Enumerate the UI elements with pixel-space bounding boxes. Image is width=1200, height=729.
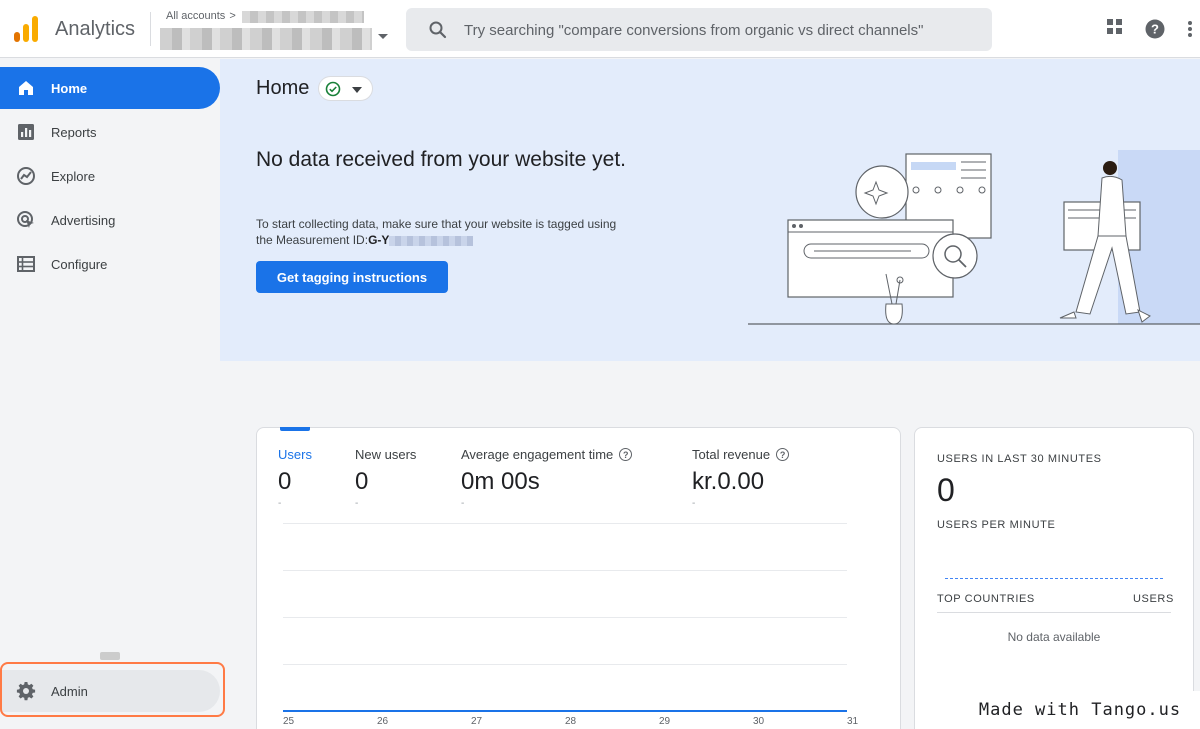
users-per-minute-caption: USERS PER MINUTE — [937, 519, 1056, 531]
bar-chart-icon — [16, 122, 36, 142]
no-data-message: No data available — [1007, 630, 1101, 644]
nav-explore[interactable]: Explore — [0, 155, 220, 197]
header-divider — [150, 12, 151, 46]
setup-instructions: To start collecting data, make sure that… — [256, 216, 626, 248]
nav-reports[interactable]: Reports — [0, 111, 220, 153]
data-status-dropdown[interactable] — [318, 76, 373, 101]
nav-home-label: Home — [51, 80, 88, 96]
admin-tooltip — [100, 652, 120, 660]
chart-gridline — [283, 617, 847, 618]
top-bar: Analytics All accounts > Try searching "c… — [0, 0, 1200, 58]
chart-gridline — [283, 570, 847, 571]
nav-reports-label: Reports — [51, 124, 97, 140]
top-countries-caption: TOP COUNTRIES — [937, 593, 1035, 605]
help-circle-icon[interactable]: ? — [776, 448, 790, 461]
metric-label: New users — [355, 447, 417, 462]
website-illustration — [748, 150, 1200, 325]
x-tick-label: 26 — [377, 716, 389, 727]
redacted-measurement-id — [389, 235, 474, 246]
tango-watermark: Made with Tango.us — [960, 691, 1200, 729]
account-picker-label[interactable]: All accounts > — [166, 10, 236, 22]
nav-advertising[interactable]: Advertising — [0, 199, 220, 241]
nav-advertising-label: Advertising — [51, 212, 116, 228]
help-circle-icon[interactable]: ? — [619, 448, 633, 461]
search-icon — [429, 21, 447, 39]
check-circle-icon — [325, 81, 341, 97]
account-dropdown-icon[interactable] — [378, 34, 388, 39]
admin-highlight-outline — [0, 662, 225, 717]
no-data-heading: No data received from your website yet. — [256, 148, 627, 171]
app-title: Analytics — [55, 18, 136, 40]
metric-value: 0 — [278, 468, 292, 495]
metric-value: 0 — [355, 468, 369, 495]
redacted-account-name — [242, 11, 364, 23]
realtime-users-caption: USERS IN LAST 30 MINUTES — [937, 453, 1102, 465]
x-tick-label: 27 — [471, 716, 483, 727]
metric-value: kr.0.00 — [692, 468, 765, 495]
page-title: Home — [256, 77, 310, 99]
metric-users[interactable]: Users 0 - — [278, 447, 312, 509]
metric-delta: - — [461, 498, 465, 509]
explore-icon — [16, 166, 36, 186]
metric-total-revenue[interactable]: Total revenue? kr.0.00 - — [692, 447, 790, 509]
metric-new-users[interactable]: New users 0 - — [355, 447, 416, 509]
x-tick-label: 31 — [847, 716, 859, 727]
caret-down-icon — [352, 87, 362, 93]
realtime-users-value: 0 — [937, 472, 955, 508]
metric-label-row: Total revenue? — [692, 447, 790, 462]
metric-delta: - — [278, 498, 282, 509]
chevron-right-icon: > — [229, 10, 236, 22]
help-icon[interactable]: ? — [1145, 19, 1165, 39]
analytics-logo-icon[interactable] — [14, 16, 38, 42]
account-label-text: All accounts — [166, 10, 226, 22]
x-tick-label: 28 — [565, 716, 577, 727]
metric-delta: - — [355, 498, 359, 509]
users-series-line — [283, 710, 847, 712]
metric-label-row: Average engagement time? — [461, 447, 633, 462]
configure-icon — [16, 254, 36, 274]
chart-gridline — [283, 664, 847, 665]
svg-text:?: ? — [1151, 22, 1159, 37]
x-tick-label: 25 — [283, 716, 295, 727]
chart-gridline — [283, 523, 847, 524]
more-vert-icon[interactable] — [1186, 20, 1194, 38]
users-per-minute-sparkline — [945, 578, 1163, 579]
measurement-id: G-Y — [368, 233, 390, 247]
nav-explore-label: Explore — [51, 168, 96, 184]
home-icon — [16, 78, 36, 98]
nav-configure[interactable]: Configure — [0, 243, 220, 285]
metric-label: Total revenue — [692, 447, 771, 462]
advertising-icon — [16, 210, 36, 230]
get-tagging-instructions-button[interactable]: Get tagging instructions — [256, 261, 448, 293]
x-tick-label: 29 — [659, 716, 671, 727]
x-tick-label: 30 — [753, 716, 765, 727]
selected-metric-indicator — [280, 427, 310, 431]
nav-home[interactable]: Home — [0, 67, 220, 109]
search-placeholder: Try searching "compare conversions from … — [464, 22, 924, 39]
users-column-header: USERS — [1133, 593, 1174, 605]
metric-label: Average engagement time — [461, 447, 614, 462]
search-bar[interactable]: Try searching "compare conversions from … — [406, 8, 992, 51]
apps-grid-icon[interactable] — [1106, 18, 1124, 36]
nav-configure-label: Configure — [51, 256, 108, 272]
metric-avg-engagement[interactable]: Average engagement time? 0m 00s - — [461, 447, 633, 509]
metric-delta: - — [692, 498, 696, 509]
redacted-property-name[interactable] — [160, 28, 372, 50]
metric-value: 0m 00s — [461, 468, 540, 495]
table-divider — [937, 612, 1171, 613]
metric-label: Users — [278, 447, 312, 462]
